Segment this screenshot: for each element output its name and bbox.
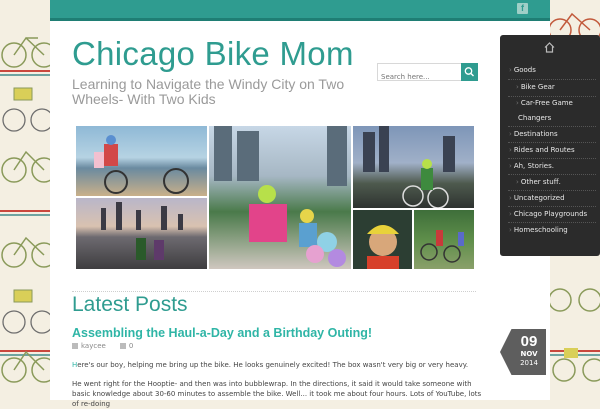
photo-evening-bike-ride[interactable] xyxy=(353,126,474,208)
facebook-icon[interactable]: f xyxy=(517,3,528,14)
sidebar-item-car-free-game[interactable]: › Car-Free Game xyxy=(516,99,573,107)
search-input[interactable] xyxy=(378,69,464,85)
sidebar-separator xyxy=(508,222,596,223)
family-bike-image xyxy=(94,135,189,194)
photo-park-bikes[interactable] xyxy=(414,210,474,269)
post-paragraph-1-text: ere's our boy, helping me bring up the b… xyxy=(77,361,469,369)
comments-icon xyxy=(119,343,126,349)
sidebar-separator xyxy=(508,126,596,127)
photo-woman-helmet-selfie[interactable] xyxy=(353,210,412,269)
sidebar-item-changers[interactable]: Changers xyxy=(518,114,551,122)
sidebar-item-chicago-playgrounds[interactable]: › Chicago Playgrounds xyxy=(509,210,587,218)
sidebar-separator xyxy=(508,142,596,143)
post-comment-count[interactable]: 0 xyxy=(129,342,133,350)
sidebar-item-ah-stories[interactable]: › Ah, Stories. xyxy=(509,162,554,170)
photo-collage xyxy=(76,126,474,269)
sidebar-item-uncategorized[interactable]: › Uncategorized xyxy=(509,194,565,202)
date-month: NOV xyxy=(520,350,538,358)
top-bar: f xyxy=(50,0,550,21)
sidebar-item-homeschooling[interactable]: › Homeschooling xyxy=(509,226,568,234)
site-title[interactable]: Chicago Bike Mom xyxy=(72,35,354,73)
home-icon[interactable] xyxy=(544,42,555,53)
post-meta: kaycee 0 xyxy=(72,342,133,350)
post-paragraph-1: Here's our boy, helping me bring up the … xyxy=(72,360,482,370)
sidebar-separator xyxy=(508,96,596,97)
sidebar-separator xyxy=(508,174,596,175)
post-title-link[interactable]: Assembling the Haul-a-Day and a Birthday… xyxy=(72,326,372,340)
search-icon xyxy=(464,67,474,77)
park-bikes-image xyxy=(420,230,464,263)
sidebar-separator xyxy=(508,190,596,191)
sidebar-item-other-stuff[interactable]: › Other stuff. xyxy=(516,178,561,186)
sidebar-item-goods[interactable]: › Goods xyxy=(509,66,536,74)
bike-pattern-left xyxy=(1,36,50,383)
sidebar-item-destinations[interactable]: › Destinations xyxy=(509,130,558,138)
search-box xyxy=(377,63,464,85)
post-author[interactable]: kaycee xyxy=(81,342,106,350)
category-sidebar: › Goods › Bike Gear › Car-Free Game Changer… xyxy=(500,35,600,256)
sidebar-item-rides-and-routes[interactable]: › Rides and Routes xyxy=(509,146,575,154)
selfie-image xyxy=(367,225,399,269)
main-content: Chicago Bike Mom Learning to Navigate th… xyxy=(50,21,550,408)
section-divider xyxy=(72,291,476,292)
sidebar-separator xyxy=(508,79,596,80)
site-tagline: Learning to Navigate the Windy City on T… xyxy=(72,76,345,107)
date-day: 09 xyxy=(520,333,538,350)
sidebar-separator xyxy=(508,206,596,207)
author-icon xyxy=(72,343,78,349)
photo-family-bike-beach[interactable] xyxy=(76,126,207,196)
riders-image xyxy=(214,126,347,267)
latest-posts-heading: Latest Posts xyxy=(72,293,188,316)
post-paragraph-2: He went right for the Hooptie- and then … xyxy=(72,380,482,408)
photo-city-skyline-riders[interactable] xyxy=(209,126,351,269)
sidebar-separator xyxy=(508,158,596,159)
skyline-image xyxy=(101,202,183,260)
photo-lakefront-skyline[interactable] xyxy=(76,198,207,269)
evening-ride-image xyxy=(363,126,455,208)
wallpaper-bikes-left xyxy=(0,0,50,400)
search-button[interactable] xyxy=(461,63,478,81)
date-year: 2014 xyxy=(520,359,538,367)
sidebar-item-bike-gear[interactable]: › Bike Gear xyxy=(516,83,555,91)
